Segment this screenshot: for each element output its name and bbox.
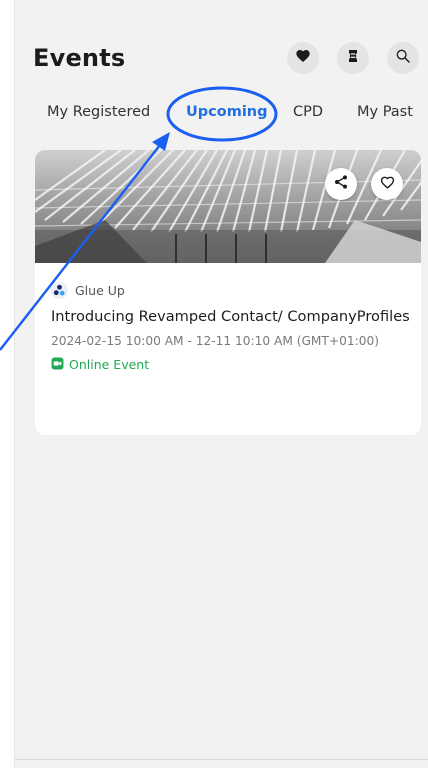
tab-cpd[interactable]: CPD	[293, 104, 323, 120]
bottom-divider	[15, 759, 428, 760]
event-tabs: My Registered Upcoming CPD My Past	[15, 98, 428, 132]
organizer-name: Glue Up	[75, 283, 125, 298]
search-icon	[395, 48, 411, 68]
ticket-icon	[345, 48, 361, 68]
event-type: Online Event	[51, 355, 149, 374]
event-card[interactable]: Glue Up Introducing Revamped Contact/ Co…	[35, 150, 421, 435]
event-title[interactable]: Introducing Revamped Contact/ CompanyPro…	[51, 308, 410, 325]
video-icon	[51, 355, 64, 374]
tab-upcoming[interactable]: Upcoming	[186, 104, 268, 120]
event-type-label: Online Event	[69, 357, 150, 372]
tickets-button[interactable]	[337, 42, 369, 74]
favorites-button[interactable]	[287, 42, 319, 74]
event-banner-image	[35, 150, 421, 263]
organizer: Glue Up	[51, 282, 125, 299]
search-button[interactable]	[387, 42, 419, 74]
events-screen: Events My Registered Upcoming CPD My Pas…	[14, 0, 428, 768]
tab-my-registered[interactable]: My Registered	[47, 104, 150, 120]
event-date: 2024-02-15 10:00 AM - 12-11 10:10 AM (GM…	[51, 334, 379, 348]
glue-up-logo-icon	[51, 282, 68, 299]
share-icon	[333, 174, 349, 194]
share-button[interactable]	[325, 168, 357, 200]
tab-my-past[interactable]: My Past	[357, 104, 413, 120]
favorite-icon	[380, 175, 395, 194]
heart-icon	[295, 48, 311, 68]
page-title: Events	[33, 44, 126, 72]
favorite-button[interactable]	[371, 168, 403, 200]
